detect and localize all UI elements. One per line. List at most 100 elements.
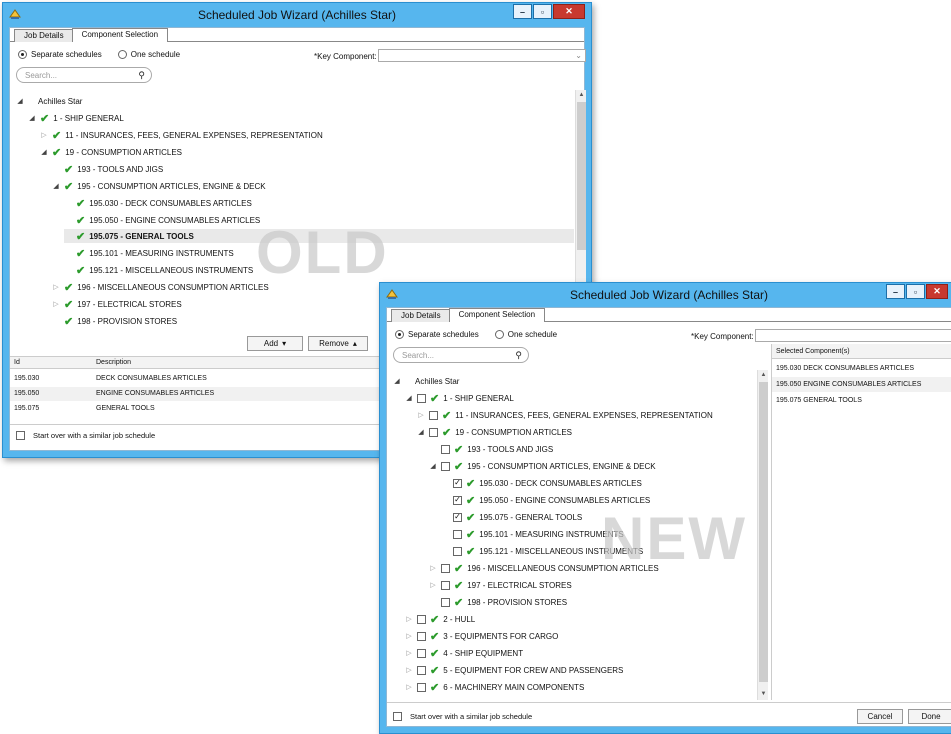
search-icon[interactable]: ⚲ — [515, 350, 522, 361]
tree-node[interactable]: ▷ ✔ 2 - HULL — [405, 612, 475, 626]
tree-node[interactable]: ◢ ✔ 1 - SHIP GENERAL — [405, 391, 513, 405]
tree-checkbox[interactable] — [417, 614, 426, 624]
tab-component-selection[interactable]: Component Selection — [71, 28, 169, 42]
new-title-bar[interactable]: Scheduled Job Wizard (Achilles Star) – ▫… — [380, 283, 951, 309]
tree-node[interactable]: ▷ ✔ 4 - SHIP EQUIPMENT — [405, 646, 523, 660]
triangle-down-icon[interactable]: ◢ — [16, 97, 24, 105]
tree-node[interactable]: ✔ 195.050 - ENGINE CONSUMABLES ARTICLES — [76, 213, 260, 227]
tree-checkbox[interactable] — [417, 631, 426, 641]
tree-checkbox-checked[interactable]: ✓ — [453, 478, 462, 488]
maximize-button[interactable]: ▫ — [533, 4, 552, 19]
triangle-down-icon[interactable]: ◢ — [393, 377, 401, 385]
triangle-down-icon[interactable]: ◢ — [405, 394, 413, 402]
new-tree-scrollbar[interactable]: ▲ ▼ — [757, 370, 768, 700]
minimize-button[interactable]: – — [886, 284, 905, 299]
tree-checkbox[interactable] — [429, 410, 438, 420]
key-component-select[interactable]: ⌄ — [755, 329, 951, 342]
tree-node[interactable]: ✔ 195.101 - MEASURING INSTRUMENTS — [453, 527, 624, 541]
tree-node[interactable]: ▷ ✔ 11 - INSURANCES, FEES, GENERAL EXPENSE… — [417, 408, 712, 422]
tree-checkbox[interactable] — [441, 580, 450, 590]
tab-job-details[interactable]: Job Details — [14, 29, 74, 42]
tree-node[interactable]: ◢ Achilles Star — [16, 94, 82, 108]
tree-node[interactable]: ◢ ✔ 1 - SHIP GENERAL — [28, 111, 123, 125]
tree-checkbox-checked[interactable]: ✓ — [453, 512, 462, 522]
search-input[interactable]: Search... ⚲ — [16, 67, 152, 83]
radio-separate-schedules[interactable] — [395, 330, 404, 339]
tree-checkbox[interactable] — [453, 546, 462, 556]
radio-separate-schedules[interactable] — [18, 50, 27, 59]
tree-node[interactable]: ◢ ✔ 195 - CONSUMPTION ARTICLES, ENGINE & D… — [52, 179, 265, 193]
list-item[interactable]: 195.075 GENERAL TOOLS — [772, 393, 951, 408]
triangle-down-icon[interactable]: ◢ — [40, 148, 48, 156]
triangle-down-icon[interactable]: ◢ — [429, 462, 437, 470]
tree-checkbox-checked[interactable]: ✓ — [453, 495, 462, 505]
tree-node[interactable]: ✔ 193 - TOOLS AND JIGS — [64, 162, 163, 176]
tree-node[interactable]: ✔ 198 - PROVISION STORES — [441, 595, 567, 609]
search-input[interactable]: Search... ⚲ — [393, 347, 529, 363]
grid-header-description[interactable]: Description — [96, 359, 131, 366]
tree-node[interactable]: ▷ ✔ 5 - EQUIPMENT FOR CREW AND PASSENGERS — [405, 663, 623, 677]
tree-node[interactable]: ✔ 198 - PROVISION STORES — [64, 314, 177, 328]
triangle-right-icon[interactable]: ▷ — [429, 564, 437, 572]
scroll-thumb[interactable] — [577, 102, 586, 250]
tree-node[interactable]: ◢ ✔ 19 - CONSUMPTION ARTICLES — [40, 145, 182, 159]
triangle-right-icon[interactable]: ▷ — [405, 649, 413, 657]
triangle-right-icon[interactable]: ▷ — [417, 411, 425, 419]
start-over-checkbox[interactable] — [16, 431, 25, 440]
grid-header-id[interactable]: Id — [14, 359, 20, 366]
radio-one-schedule[interactable] — [494, 330, 504, 339]
scroll-up-icon[interactable]: ▲ — [576, 90, 587, 101]
tree-checkbox[interactable] — [441, 597, 450, 607]
tree-checkbox[interactable] — [441, 444, 450, 454]
minimize-button[interactable]: – — [513, 4, 532, 19]
triangle-down-icon[interactable]: ◢ — [52, 182, 60, 190]
add-button[interactable]: Add ▾ — [247, 336, 303, 351]
triangle-down-icon[interactable]: ◢ — [417, 428, 425, 436]
tree-node[interactable]: ✔ 195.030 - DECK CONSUMABLES ARTICLES — [76, 196, 252, 210]
remove-button[interactable]: Remove ▴ — [308, 336, 368, 351]
tree-checkbox[interactable] — [417, 682, 426, 692]
key-component-select[interactable]: ⌄ — [378, 49, 586, 62]
triangle-right-icon[interactable]: ▷ — [429, 581, 437, 589]
maximize-button[interactable]: ▫ — [906, 284, 925, 299]
tree-node[interactable]: ✔ 193 - TOOLS AND JIGS — [441, 442, 553, 456]
tree-node[interactable]: ◢ Achilles Star — [393, 374, 459, 388]
tree-node[interactable]: ◢ ✔ 19 - CONSUMPTION ARTICLES — [417, 425, 572, 439]
tree-node[interactable]: ▷ ✔ 196 - MISCELLANEOUS CONSUMPTION ARTICL… — [52, 280, 268, 294]
tree-node[interactable]: ▷ ✔ 197 - ELECTRICAL STORES — [52, 297, 181, 311]
triangle-right-icon[interactable]: ▷ — [405, 615, 413, 623]
list-item[interactable]: 195.050 ENGINE CONSUMABLES ARTICLES — [772, 377, 951, 392]
tree-checkbox[interactable] — [417, 648, 426, 658]
close-button[interactable]: ✕ — [553, 4, 585, 19]
scroll-thumb[interactable] — [759, 382, 768, 682]
triangle-right-icon[interactable]: ▷ — [405, 683, 413, 691]
tab-component-selection[interactable]: Component Selection — [448, 308, 546, 322]
tree-node[interactable]: ✔ 195.101 - MEASURING INSTRUMENTS — [76, 246, 234, 260]
list-item[interactable]: 195.030 DECK CONSUMABLES ARTICLES — [772, 361, 951, 376]
radio-one-schedule[interactable] — [117, 50, 127, 59]
start-over-checkbox[interactable] — [393, 712, 402, 721]
tab-job-details[interactable]: Job Details — [391, 309, 451, 322]
tree-node[interactable]: ✔ 195.121 - MISCELLANEOUS INSTRUMENTS — [76, 263, 253, 277]
scroll-up-icon[interactable]: ▲ — [758, 370, 769, 381]
tree-node[interactable]: ✓ ✔ 195.030 - DECK CONSUMABLES ARTICLES — [453, 476, 642, 490]
tree-node[interactable]: ▷ ✔ 6 - MACHINERY MAIN COMPONENTS — [405, 680, 584, 694]
tree-node[interactable]: ▷ ✔ 3 - EQUIPMENTS FOR CARGO — [405, 629, 558, 643]
cancel-button[interactable]: Cancel — [857, 709, 903, 724]
tree-checkbox[interactable] — [453, 529, 462, 539]
tree-node[interactable]: ▷ ✔ 197 - ELECTRICAL STORES — [429, 578, 571, 592]
tree-node[interactable]: ▷ ✔ 11 - INSURANCES, FEES, GENERAL EXPENSE… — [40, 128, 322, 142]
tree-checkbox[interactable] — [417, 393, 426, 403]
close-button[interactable]: ✕ — [926, 284, 948, 299]
scroll-down-icon[interactable]: ▼ — [758, 689, 769, 700]
search-icon[interactable]: ⚲ — [138, 70, 145, 81]
done-button[interactable]: Done — [908, 709, 951, 724]
tree-checkbox[interactable] — [441, 461, 450, 471]
tree-checkbox[interactable] — [441, 563, 450, 573]
triangle-right-icon[interactable]: ▷ — [405, 666, 413, 674]
tree-checkbox[interactable] — [429, 427, 438, 437]
triangle-down-icon[interactable]: ◢ — [28, 114, 36, 122]
tree-node[interactable]: ◢ ✔ 195 - CONSUMPTION ARTICLES, ENGINE & D… — [429, 459, 655, 473]
triangle-right-icon[interactable]: ▷ — [52, 283, 60, 291]
triangle-right-icon[interactable]: ▷ — [405, 632, 413, 640]
